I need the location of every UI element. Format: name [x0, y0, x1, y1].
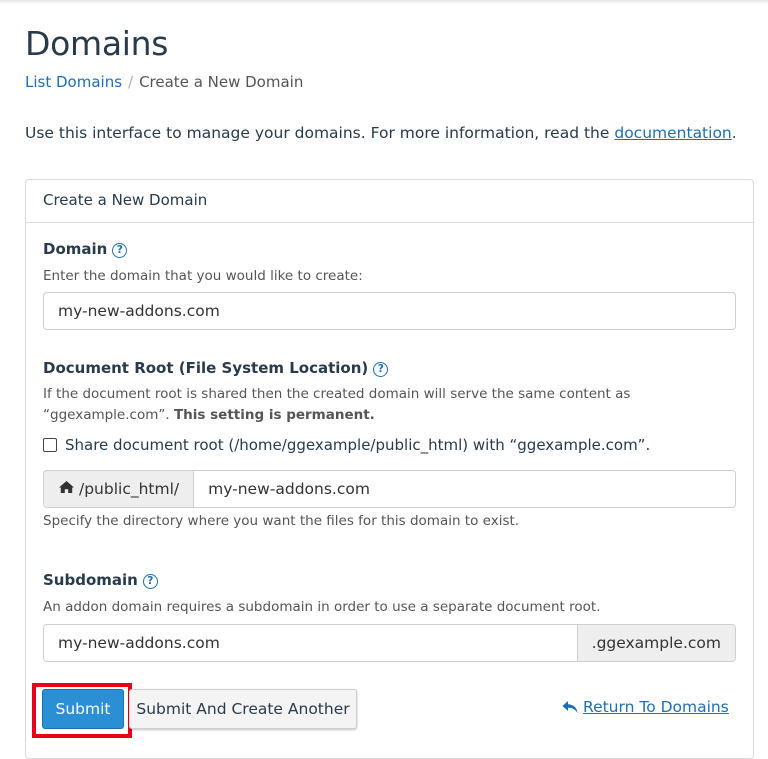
- document-root-label-row: Document Root (File System Location)?: [43, 359, 389, 377]
- document-root-input[interactable]: [194, 471, 735, 507]
- return-to-domains-link[interactable]: Return To Domains: [562, 698, 729, 716]
- document-root-hint-line1: If the document root is shared then the …: [43, 386, 631, 402]
- domain-label-row: Domain?: [43, 240, 128, 258]
- subdomain-input[interactable]: [44, 625, 577, 661]
- breadcrumb-current: Create a New Domain: [139, 73, 304, 91]
- create-domain-panel: Create a New Domain Domain? Enter the do…: [25, 179, 754, 759]
- intro-suffix: .: [731, 124, 737, 142]
- breadcrumb-list-domains-link[interactable]: List Domains: [25, 73, 122, 91]
- documentation-link[interactable]: documentation: [614, 124, 731, 142]
- top-shadow: [0, 0, 768, 4]
- page-title: Domains: [25, 24, 169, 63]
- share-document-root-checkbox[interactable]: [43, 438, 57, 452]
- submit-and-create-another-button[interactable]: Submit And Create Another: [129, 689, 357, 729]
- intro-text: Use this interface to manage your domain…: [25, 124, 737, 142]
- document-root-input-group: /public_html/: [43, 470, 736, 508]
- breadcrumb-separator: /: [128, 73, 134, 91]
- document-root-hint-line2: “ggexample.com”. This setting is permane…: [43, 405, 630, 426]
- question-circle-icon[interactable]: ?: [373, 362, 389, 377]
- submit-button[interactable]: Submit: [42, 689, 124, 729]
- hint-domain-name: “ggexample.com”.: [43, 407, 170, 423]
- permanent-warning: This setting is permanent.: [173, 407, 375, 423]
- domain-label: Domain: [43, 240, 108, 258]
- return-to-domains-label[interactable]: Return To Domains: [583, 698, 729, 716]
- subdomain-input-group: .ggexample.com: [43, 624, 736, 662]
- subdomain-suffix: .ggexample.com: [576, 625, 735, 661]
- subdomain-label: Subdomain: [43, 571, 138, 589]
- question-circle-icon[interactable]: ?: [112, 243, 128, 258]
- subdomain-label-row: Subdomain?: [43, 571, 158, 589]
- subdomain-hint: An addon domain requires a subdomain in …: [43, 599, 601, 615]
- share-document-root-label[interactable]: Share document root (/home/ggexample/pub…: [65, 436, 650, 454]
- document-root-help-text: Specify the directory where you want the…: [43, 513, 520, 529]
- question-circle-icon[interactable]: ?: [142, 574, 158, 589]
- document-root-prefix-text: /public_html/: [79, 480, 180, 498]
- breadcrumb: List Domains / Create a New Domain: [25, 73, 303, 91]
- domain-input[interactable]: [43, 292, 736, 330]
- share-document-root-row[interactable]: Share document root (/home/ggexample/pub…: [43, 436, 650, 454]
- intro-sentence: Use this interface to manage your domain…: [25, 124, 615, 142]
- home-icon: [58, 480, 75, 498]
- document-root-hint: If the document root is shared then the …: [43, 384, 630, 426]
- domain-hint: Enter the domain that you would like to …: [43, 268, 363, 284]
- panel-heading: Create a New Domain: [26, 180, 753, 223]
- document-root-prefix: /public_html/: [44, 471, 195, 507]
- reply-arrow-icon: [562, 701, 578, 713]
- document-root-label: Document Root (File System Location): [43, 359, 369, 377]
